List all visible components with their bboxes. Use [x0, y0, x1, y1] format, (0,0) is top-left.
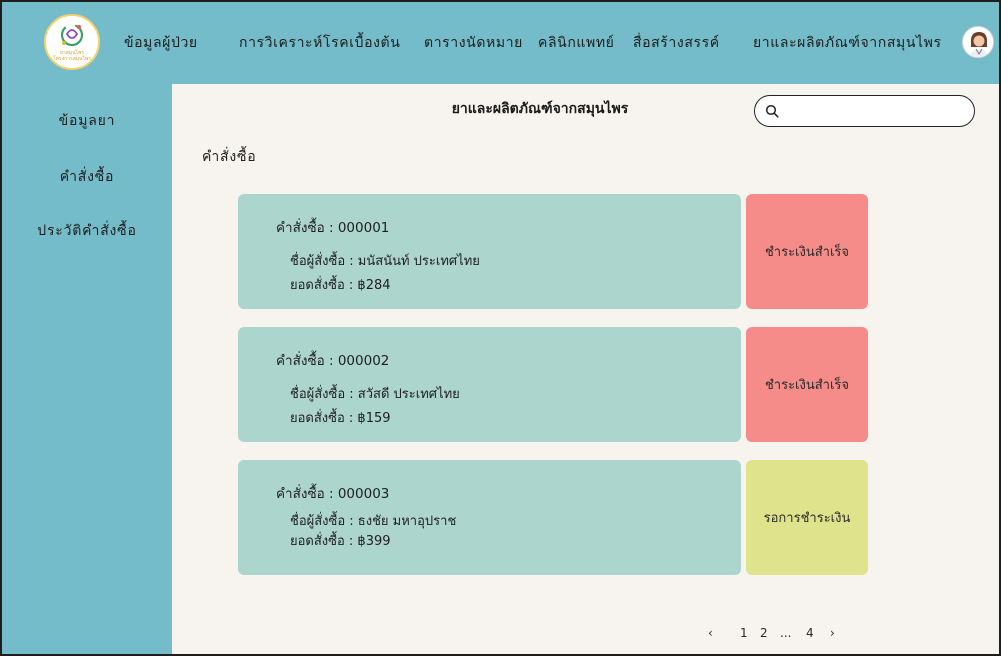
order-card[interactable]: คำสั่งซื้อ : 000002 ชื่อผู้สั่งซื้อ : สว… [238, 327, 741, 442]
order-card[interactable]: คำสั่งซื้อ : 000003 ชื่อผู้สั่งซื้อ : ธง… [238, 460, 741, 575]
status-badge: รอการชำระเงิน [746, 460, 868, 575]
status-badge: ชำระเงินสำเร็จ [746, 327, 868, 442]
sidebar: ข้อมูลยา คำสั่งซื้อ ประวัติคำสั่งซื้อ [2, 84, 172, 654]
nav-item-creative-media[interactable]: สื่อสร้างสรรค์ [633, 32, 720, 54]
pagination-page-4[interactable]: 4 [806, 626, 814, 640]
nav-item-herbal-products[interactable]: ยาและผลิตภัณฑ์จากสมุนไพร [753, 32, 942, 54]
pagination-ellipsis: ... [780, 626, 792, 640]
main-content: ยาและผลิตภัณฑ์จากสมุนไพร คำสั่งซื้อ คำสั… [172, 84, 999, 654]
order-total: ยอดสั่งซื้อ : ฿159 [290, 411, 391, 426]
status-badge: ชำระเงินสำเร็จ [746, 194, 868, 309]
pagination-prev-icon[interactable]: ‹ [708, 626, 713, 640]
order-buyer-name: ชื่อผู้สั่งซื้อ : มนัสนันท์ ประเทศไทย [290, 254, 480, 269]
sidebar-item-order-history[interactable]: ประวัติคำสั่งซื้อ [2, 220, 172, 242]
pagination-page-1[interactable]: 1 [740, 626, 748, 640]
sidebar-item-orders[interactable]: คำสั่งซื้อ [2, 166, 172, 188]
order-buyer-name: ชื่อผู้สั่งซื้อ : ธงชัย มหาอุปราช [290, 514, 457, 529]
nav-item-diagnosis[interactable]: การวิเคราะห์โรคเบื้องต้น [239, 32, 400, 54]
app-logo[interactable]: ยาสมุนไพร โครงการสมุนไพร [44, 14, 100, 70]
search-icon [765, 104, 779, 118]
sidebar-item-drug-info[interactable]: ข้อมูลยา [2, 110, 172, 132]
order-id: คำสั่งซื้อ : 000001 [276, 220, 390, 236]
doctor-avatar-icon[interactable] [962, 26, 994, 58]
pagination-page-2[interactable]: 2 [760, 626, 768, 640]
nav-item-appointments[interactable]: ตารางนัดหมาย [424, 32, 523, 54]
app-frame: ยาสมุนไพร โครงการสมุนไพร ข้อมูลผู้ป่วย ก… [0, 0, 1001, 656]
order-id: คำสั่งซื้อ : 000002 [276, 353, 390, 369]
section-label-orders: คำสั่งซื้อ [202, 149, 257, 165]
search-box[interactable] [754, 95, 975, 127]
order-total: ยอดสั่งซื้อ : ฿399 [290, 534, 391, 549]
nav-item-patient-info[interactable]: ข้อมูลผู้ป่วย [124, 32, 198, 54]
pagination-next-icon[interactable]: › [830, 626, 835, 640]
logo-caption-line2: โครงการสมุนไพร [53, 56, 91, 62]
order-total: ยอดสั่งซื้อ : ฿284 [290, 278, 391, 293]
order-id: คำสั่งซื้อ : 000003 [276, 486, 390, 502]
order-card[interactable]: คำสั่งซื้อ : 000001 ชื่อผู้สั่งซื้อ : มน… [238, 194, 741, 309]
herb-logo-icon [60, 23, 84, 47]
nav-item-clinic[interactable]: คลินิกแพทย์ [538, 32, 614, 54]
top-navigation-bar: ยาสมุนไพร โครงการสมุนไพร ข้อมูลผู้ป่วย ก… [2, 2, 999, 84]
order-buyer-name: ชื่อผู้สั่งซื้อ : สวัสดี ประเทศไทย [290, 387, 460, 402]
search-input[interactable] [785, 104, 965, 118]
